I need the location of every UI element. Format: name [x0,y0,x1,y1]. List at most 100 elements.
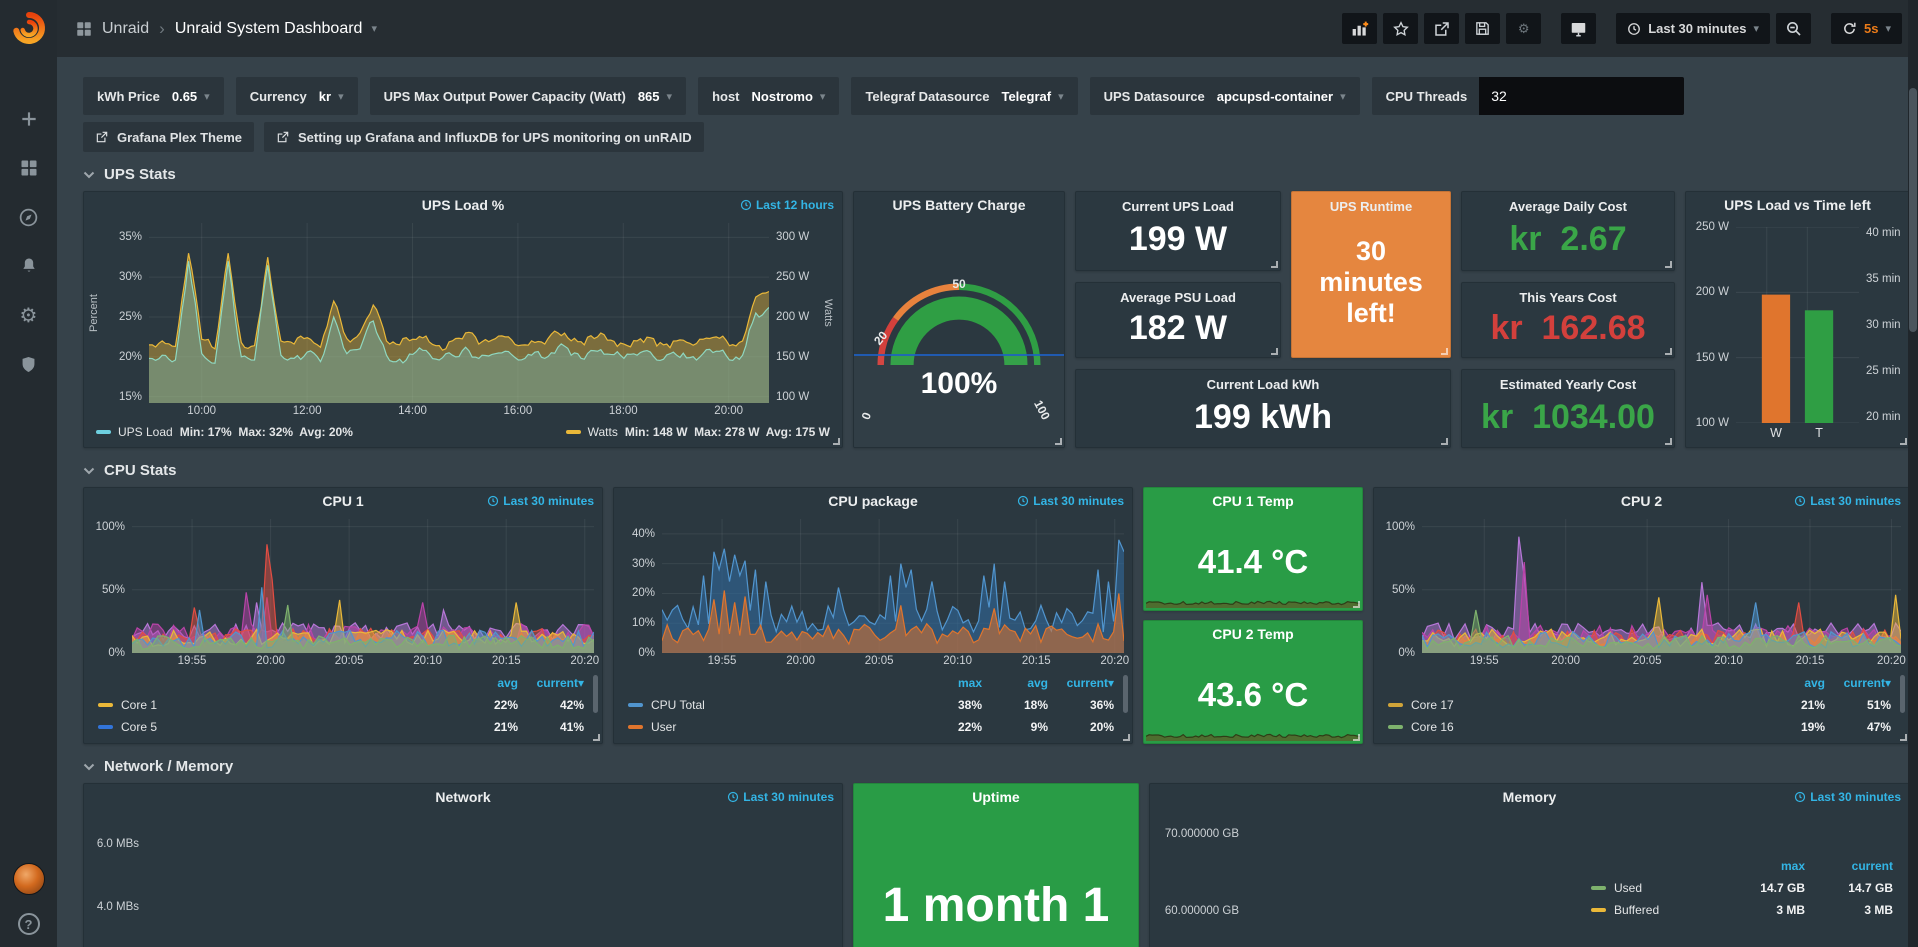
panel-resize-handle[interactable] [1353,601,1360,608]
panel-title[interactable]: UPS Runtime [1330,199,1412,214]
panel-title[interactable]: CPU 2 Temp [1212,626,1293,642]
section-cpu-stats[interactable]: CPU Stats [83,462,1910,479]
page-scrollbar[interactable] [1908,0,1918,947]
panel-resize-handle[interactable] [1123,734,1130,741]
panel-time-override[interactable]: Last 12 hours [740,198,834,212]
legend-sort-avg[interactable]: avg [982,676,1048,690]
variable-telegraf-datasource[interactable]: Telegraf Datasource Telegraf▾ [851,77,1077,115]
panel-resize-handle[interactable] [1665,348,1672,355]
panel-title[interactable]: Average Daily Cost [1509,199,1627,214]
link-ups-monitoring-guide[interactable]: Setting up Grafana and InfluxDB for UPS … [264,122,704,152]
legend-sort-avg[interactable]: avg [1759,676,1825,690]
add-panel-button[interactable] [1342,13,1377,44]
user-avatar[interactable] [13,863,45,895]
breadcrumb-folder[interactable]: Unraid [102,20,149,38]
cpu-package-chart[interactable]: 19:5520:0020:0520:1020:1520:20 [662,519,1124,653]
panel-resize-handle[interactable] [1271,261,1278,268]
legend-sort-current[interactable]: current [1805,859,1893,873]
variable-value[interactable]: Nostromo▾ [752,89,826,104]
panel-title[interactable]: CPU 1 [322,493,363,509]
panel-title[interactable]: Average PSU Load [1120,290,1236,305]
star-button[interactable] [1383,13,1418,44]
legend-sort-max[interactable]: max [916,676,982,690]
legend-sort-max[interactable]: max [1717,859,1805,873]
settings-button[interactable]: ⚙ [1506,13,1541,44]
variable-kwh-price[interactable]: kWh Price 0.65▾ [83,77,224,115]
cpu1-chart[interactable]: 19:5520:0020:0520:1020:1520:20 [132,519,594,653]
cycle-view-button[interactable] [1561,13,1596,44]
variable-value[interactable]: Telegraf▾ [1001,89,1063,104]
panel-title[interactable]: CPU 2 [1621,493,1662,509]
create-plus-icon[interactable] [18,108,40,130]
dashboards-grid-icon[interactable] [18,157,40,179]
variable-currency[interactable]: Currency kr▾ [236,77,358,115]
time-range-picker[interactable]: Last 30 minutes ▾ [1616,13,1770,44]
panel-title[interactable]: Current Load kWh [1207,377,1320,392]
panel-resize-handle[interactable] [1900,734,1907,741]
panel-time-override[interactable]: Last 30 minutes [1794,790,1901,804]
panel-title[interactable]: Current UPS Load [1122,199,1234,214]
ups-load-chart[interactable]: 10:0012:0014:0016:0018:0020:00 [149,223,769,403]
panel-title[interactable]: UPS Battery Charge [892,197,1025,213]
section-ups-stats[interactable]: UPS Stats [83,166,1910,183]
panel-title[interactable]: Uptime [972,789,1019,805]
cpu2-chart[interactable]: 19:5520:0020:0520:1020:1520:20 [1422,519,1901,653]
panel-resize-handle[interactable] [1055,438,1062,445]
panel-resize-handle[interactable] [833,438,840,445]
alerting-bell-icon[interactable] [18,255,40,277]
panel-time-override[interactable]: Last 30 minutes [727,790,834,804]
zoom-out-button[interactable] [1776,13,1811,44]
variable-value[interactable]: 865▾ [638,89,672,104]
variable-value[interactable]: kr▾ [319,89,344,104]
legend-sort-current[interactable]: current▾ [518,676,584,690]
dashboard-title[interactable]: Unraid System Dashboard [175,20,363,38]
panel-resize-handle[interactable] [1441,348,1448,355]
panel-resize-handle[interactable] [1271,348,1278,355]
panel-resize-handle[interactable] [593,734,600,741]
save-button[interactable] [1465,13,1500,44]
legend-scrollbar[interactable] [593,675,598,713]
panel-resize-handle[interactable] [1665,261,1672,268]
panel-title[interactable]: CPU package [828,493,917,509]
refresh-button[interactable]: 5s ▾ [1831,13,1902,44]
server-admin-shield-icon[interactable] [18,353,40,375]
legend-scrollbar[interactable] [1123,675,1128,713]
variable-value[interactable]: apcupsd-container▾ [1217,89,1346,104]
link-grafana-plex-theme[interactable]: Grafana Plex Theme [83,122,254,152]
legend-sort-current[interactable]: current▾ [1048,676,1114,690]
section-network-memory[interactable]: Network / Memory [83,758,1910,775]
panel-title[interactable]: UPS Load % [422,197,504,213]
legend-sort-current[interactable]: current▾ [1825,676,1891,690]
help-icon[interactable]: ? [18,913,40,935]
panel-resize-handle[interactable] [1353,734,1360,741]
breadcrumb[interactable]: Unraid › Unraid System Dashboard ▾ [75,19,377,39]
panel-title[interactable]: Estimated Yearly Cost [1500,377,1636,392]
panel-title[interactable]: Memory [1503,789,1557,805]
variable-host[interactable]: host Nostromo▾ [698,77,839,115]
panel-resize-handle[interactable] [1441,438,1448,445]
panel-title[interactable]: Network [435,789,490,805]
panel-time-override[interactable]: Last 30 minutes [1794,494,1901,508]
panel-title[interactable]: CPU 1 Temp [1212,493,1293,509]
variable-value[interactable]: 0.65▾ [172,89,210,104]
cpu-threads-input[interactable] [1479,77,1684,115]
explore-compass-icon[interactable] [18,206,40,228]
panel-time-override[interactable]: Last 30 minutes [1017,494,1124,508]
page-scrollbar-thumb[interactable] [1909,88,1917,332]
panel-time-override[interactable]: Last 30 minutes [487,494,594,508]
legend-item[interactable]: UPS Load Min: 17% Max: 32% Avg: 20% [96,425,353,439]
grafana-logo-icon[interactable] [11,10,47,46]
legend-item[interactable]: Watts Min: 148 W Max: 278 W Avg: 175 W [566,425,830,439]
ups-bars-chart[interactable]: 250 W200 W150 W100 W WT 40 min35 min30 m… [1686,217,1909,447]
share-button[interactable] [1424,13,1459,44]
refresh-interval[interactable]: 5s [1864,21,1878,36]
configuration-gear-icon[interactable]: ⚙ [18,304,40,326]
variable-ups-max-output[interactable]: UPS Max Output Power Capacity (Watt) 865… [370,77,686,115]
variable-ups-datasource[interactable]: UPS Datasource apcupsd-container▾ [1090,77,1360,115]
legend-sort-avg[interactable]: avg [452,676,518,690]
panel-resize-handle[interactable] [1900,438,1907,445]
panel-resize-handle[interactable] [1665,438,1672,445]
panel-title[interactable]: This Years Cost [1519,290,1616,305]
panel-title[interactable]: UPS Load vs Time left [1724,197,1871,213]
legend-scrollbar[interactable] [1900,675,1905,713]
